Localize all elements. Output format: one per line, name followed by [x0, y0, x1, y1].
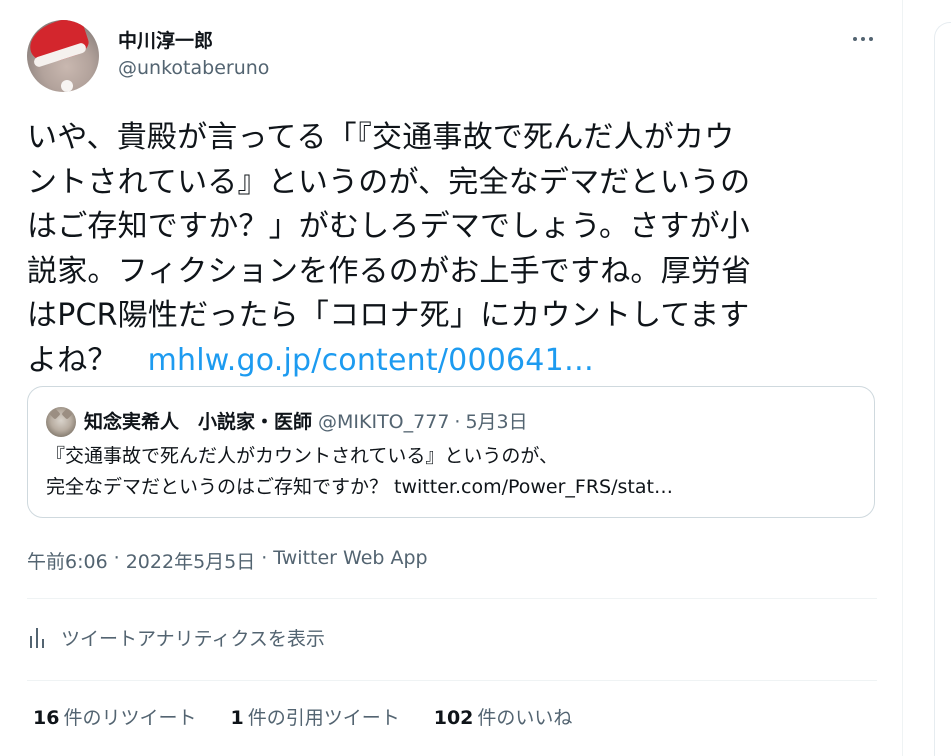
sidebar-panel-edge — [934, 22, 951, 756]
quoted-text-line: 『交通事故で死んだ人がカウントされている』というのが、 — [46, 445, 559, 467]
like-count: 102 — [433, 707, 474, 729]
more-horizontal-icon-dot — [861, 37, 865, 41]
divider — [27, 598, 877, 599]
analytics-label: ツイートアナリティクスを表示 — [61, 628, 325, 650]
like-label: 件のいいね — [477, 707, 573, 729]
page: 中川淳一郎 @unkotaberuno いや、貴殿が言ってる「『交通事故で死んだ… — [0, 0, 951, 756]
engagement-stats: 16 件のリツイート 1 件の引用ツイート 102 件のいいね — [33, 703, 606, 730]
tweet-detail: 中川淳一郎 @unkotaberuno いや、貴殿が言ってる「『交通事故で死んだ… — [0, 0, 902, 756]
tweet-text-line: よね？ — [27, 342, 118, 378]
quoted-tweet-date: 5月3日 — [465, 411, 528, 433]
column-divider — [902, 0, 903, 756]
meta-separator: · — [113, 547, 120, 569]
tweet-text: いや、貴殿が言ってる「『交通事故で死んだ人がカウ ントされている』というのが、完… — [27, 116, 877, 383]
likes-stat[interactable]: 102 件のいいね — [434, 703, 573, 730]
quoted-text-line: 完全なデマだというのはご存知ですか？ twitter.com/Power_FRS… — [46, 476, 673, 498]
cat-ear-right — [61, 408, 73, 420]
author-avatar[interactable] — [27, 20, 99, 92]
tweet-text-line: ントされている』というのが、完全なデマだというの — [27, 164, 751, 200]
tweet-text-line: はご存知ですか？」がむしろデマでしょう。さすが小 — [27, 209, 750, 244]
bar-chart-icon — [30, 627, 44, 648]
divider — [27, 680, 877, 681]
quote-tweets-stat[interactable]: 1 件の引用ツイート — [230, 703, 399, 730]
meta-separator: · — [261, 547, 268, 569]
more-options-button[interactable] — [846, 26, 880, 52]
author-display-name[interactable]: 中川淳一郎 — [118, 26, 213, 53]
santa-hat-pom — [61, 80, 73, 92]
quoted-separator: · — [454, 411, 461, 433]
retweet-label: 件のリツイート — [63, 707, 197, 729]
view-analytics-link[interactable]: ツイートアナリティクスを表示 — [29, 624, 325, 651]
tweet-metadata: 午前6:06 · 2022年5月5日 · Twitter Web App — [27, 547, 428, 574]
retweets-stat[interactable]: 16 件のリツイート — [33, 703, 196, 730]
tweet-link[interactable]: mhlw.go.jp/content/000641… — [148, 343, 594, 378]
tweet-text-line: はPCR陽性だったら「コロナ死」にカウントしてます — [27, 298, 750, 333]
cat-ear-left — [49, 408, 61, 420]
more-horizontal-icon-dot — [869, 37, 873, 41]
quote-count: 1 — [230, 707, 244, 729]
author-handle[interactable]: @unkotaberuno — [118, 57, 269, 79]
quote-label: 件の引用ツイート — [247, 707, 400, 729]
quoted-tweet-header: 知念実希人 小説家・医師 @MIKITO_777 · 5月3日 — [84, 407, 528, 434]
quoted-author-name: 知念実希人 小説家・医師 — [84, 411, 313, 433]
tweet-text-line: 説家。フィクションを作るのがお上手ですね。厚労省 — [27, 253, 752, 289]
quoted-author-handle: @MIKITO_777 — [318, 411, 450, 433]
retweet-count: 16 — [33, 707, 60, 729]
more-horizontal-icon — [853, 37, 857, 41]
tweet-time[interactable]: 午前6:06 — [27, 547, 108, 574]
tweet-date[interactable]: 2022年5月5日 — [126, 547, 256, 574]
quoted-tweet-text: 『交通事故で死んだ人がカウントされている』というのが、 完全なデマだというのはご… — [46, 441, 673, 503]
tweet-text-line: いや、貴殿が言ってる「『交通事故で死んだ人がカウ — [27, 120, 735, 155]
quoted-tweet-card[interactable]: 知念実希人 小説家・医師 @MIKITO_777 · 5月3日 『交通事故で死ん… — [27, 386, 875, 518]
tweet-source[interactable]: Twitter Web App — [273, 547, 427, 574]
tweet-text-last-line: よね？ mhlw.go.jp/content/000641… — [27, 339, 877, 384]
quoted-author-avatar — [46, 407, 76, 437]
